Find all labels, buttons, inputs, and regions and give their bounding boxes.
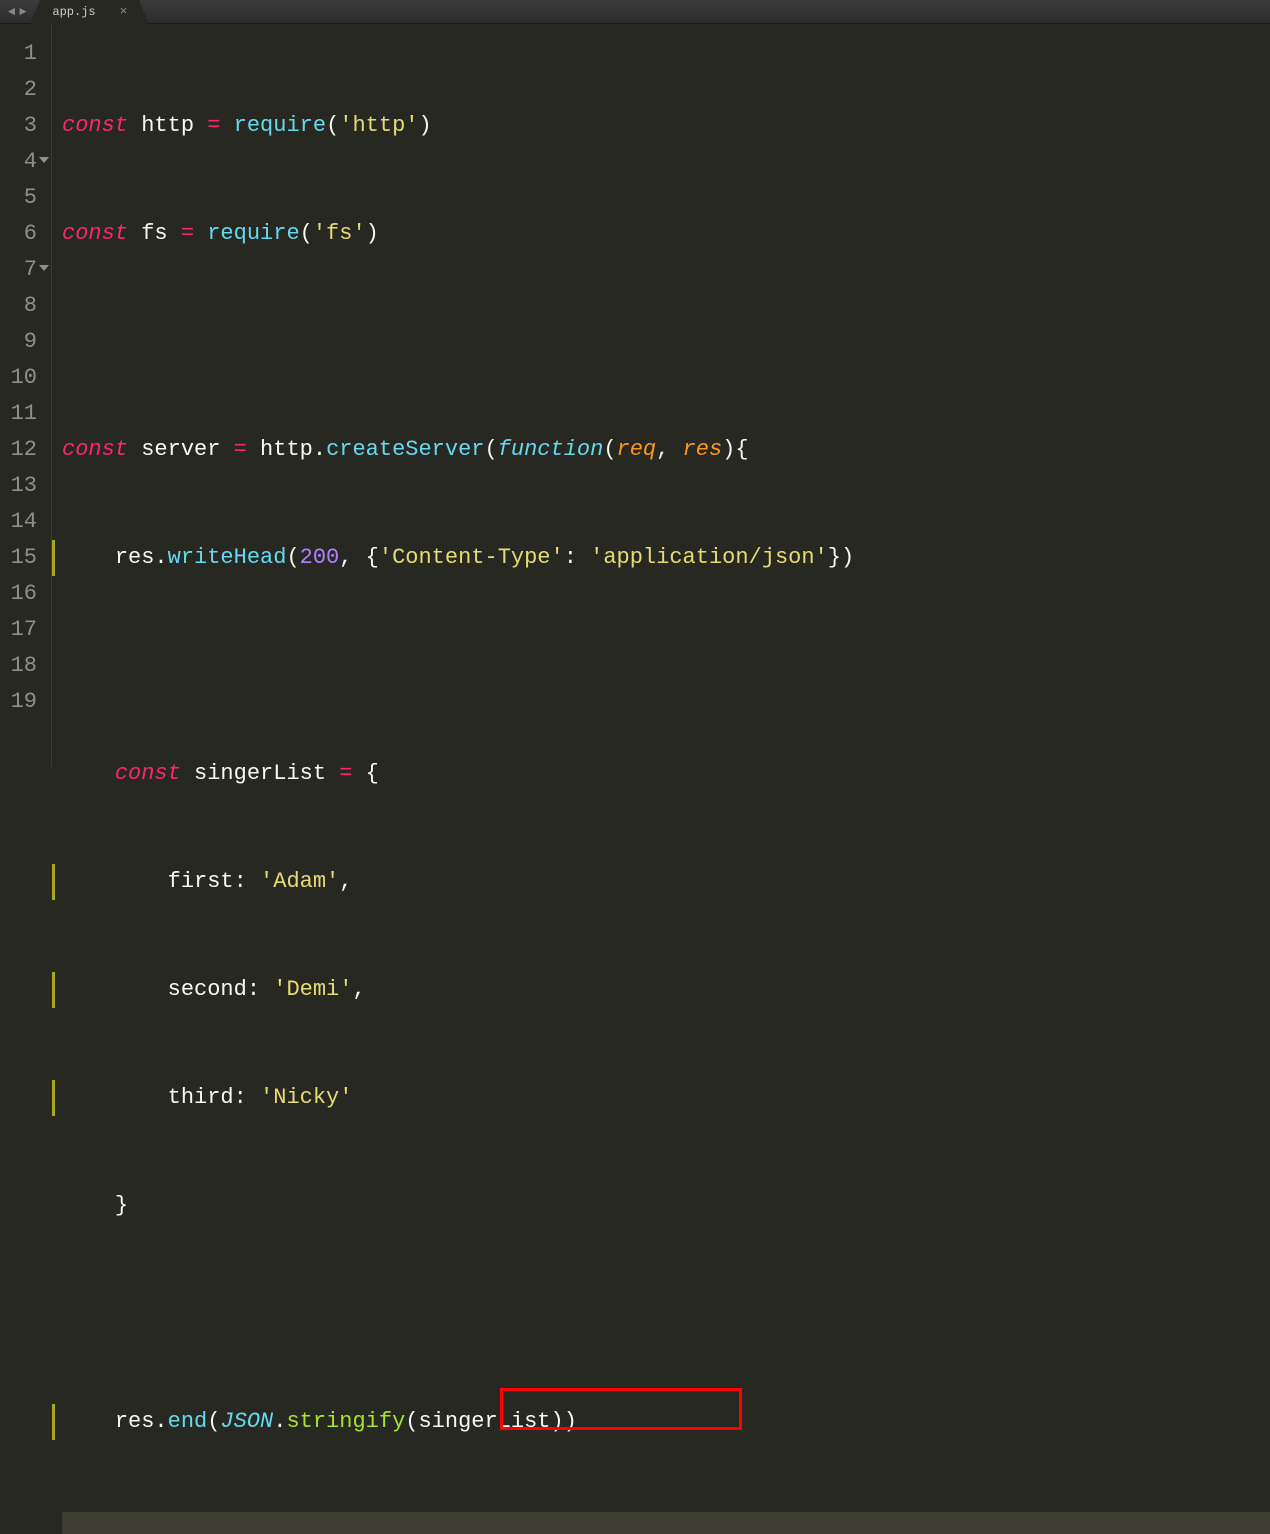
code-line: const singerList = { — [62, 756, 1270, 792]
line-number[interactable]: 11 — [0, 396, 51, 432]
line-number[interactable]: 2 — [0, 72, 51, 108]
line-number[interactable]: 8 — [0, 288, 51, 324]
line-number[interactable]: 17 — [0, 612, 51, 648]
code-line — [62, 648, 1270, 684]
code-line: first: 'Adam', — [62, 864, 1270, 900]
modified-indicator — [52, 864, 55, 900]
modified-indicator — [52, 972, 55, 1008]
code-line: const fs = require('fs') — [62, 216, 1270, 252]
close-icon[interactable]: × — [120, 4, 128, 19]
modified-indicator — [52, 1080, 55, 1116]
code-line — [62, 1296, 1270, 1332]
tab-appjs[interactable]: app.js × — [40, 0, 139, 24]
line-number[interactable]: 9 — [0, 324, 51, 360]
line-number[interactable]: 10 — [0, 360, 51, 396]
tab-bar: ◄ ► app.js × — [0, 0, 1270, 24]
line-number[interactable]: 7 — [0, 252, 51, 288]
line-number[interactable]: 18 — [0, 648, 51, 684]
line-number[interactable]: 19 — [0, 684, 51, 720]
line-number[interactable]: 4 — [0, 144, 51, 180]
code-line — [62, 1512, 1270, 1534]
line-number[interactable]: 6 — [0, 216, 51, 252]
line-number[interactable]: 15 — [0, 540, 51, 576]
code-line: } — [62, 1188, 1270, 1224]
gutter: 1 2 3 4 5 6 7 8 9 10 11 12 13 14 15 16 1… — [0, 24, 52, 767]
line-number[interactable]: 12 — [0, 432, 51, 468]
line-number[interactable]: 13 — [0, 468, 51, 504]
editor: 1 2 3 4 5 6 7 8 9 10 11 12 13 14 15 16 1… — [0, 24, 1270, 767]
line-number[interactable]: 3 — [0, 108, 51, 144]
modified-indicator — [52, 1404, 55, 1440]
line-number[interactable]: 5 — [0, 180, 51, 216]
modified-indicator — [52, 540, 55, 576]
code-area[interactable]: const http = require('http') const fs = … — [52, 24, 1270, 767]
line-number[interactable]: 1 — [0, 36, 51, 72]
code-line: second: 'Demi', — [62, 972, 1270, 1008]
tab-label: app.js — [52, 5, 95, 19]
code-line: third: 'Nicky' — [62, 1080, 1270, 1116]
code-line: res.end(JSON.stringify(singerList)) — [62, 1404, 1270, 1440]
nav-forward-icon[interactable]: ► — [19, 5, 26, 19]
code-line: const http = require('http') — [62, 108, 1270, 144]
line-number[interactable]: 16 — [0, 576, 51, 612]
code-line — [62, 324, 1270, 360]
line-number[interactable]: 14 — [0, 504, 51, 540]
nav-back-icon[interactable]: ◄ — [8, 5, 15, 19]
nav-arrows: ◄ ► — [0, 5, 34, 19]
code-line: const server = http.createServer(functio… — [62, 432, 1270, 468]
code-line: res.writeHead(200, {'Content-Type': 'app… — [62, 540, 1270, 576]
